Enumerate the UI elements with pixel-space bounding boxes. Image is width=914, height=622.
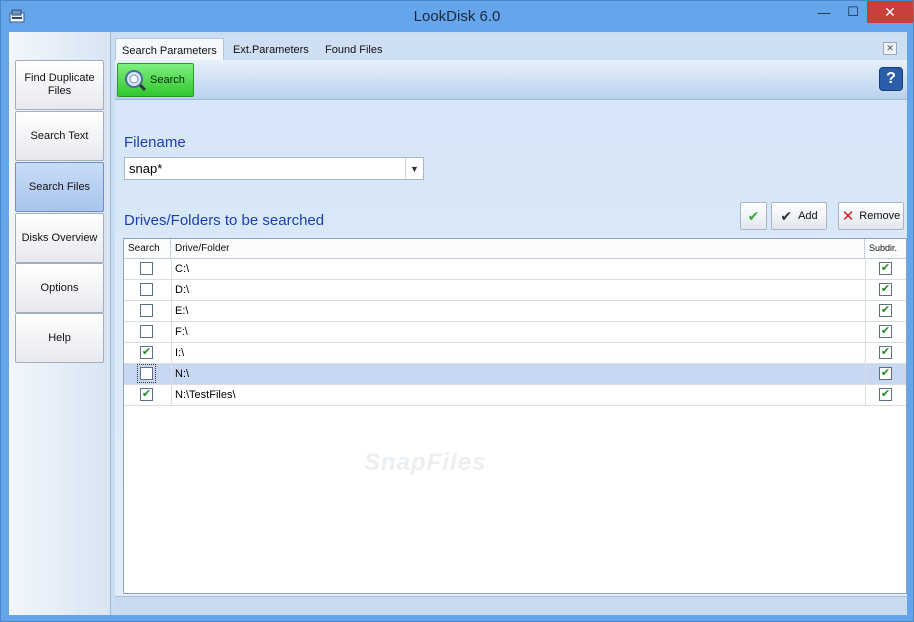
column-header-drive-folder[interactable]: Drive/Folder [171, 239, 865, 259]
sidebar-item-search-files[interactable]: Search Files [15, 162, 104, 212]
search-parameters-panel: Filename snap* ▼ Drives/Folders to be se… [115, 101, 907, 611]
table-row[interactable]: C:\ ✔ [124, 259, 906, 280]
cell-divider [171, 322, 172, 343]
title-bar: LookDisk 6.0 — ☐ ✕ [1, 1, 913, 31]
subdir-checkbox[interactable]: ✔ [879, 304, 892, 317]
sidebar-item-label: Search Files [28, 180, 91, 193]
sidebar-item-find-duplicate-files[interactable]: Find Duplicate Files [15, 60, 104, 110]
cell-divider [171, 343, 172, 364]
remove-x-icon: ✕ [841, 208, 855, 225]
search-checkbox[interactable] [140, 325, 153, 338]
chevron-down-icon[interactable]: ▼ [405, 158, 423, 179]
subdir-checkbox[interactable]: ✔ [879, 367, 892, 380]
tab-ext-parameters[interactable]: Ext.Parameters [227, 41, 315, 60]
grid-header: Search Drive/Folder Subdir. [124, 239, 906, 259]
remove-button[interactable]: ✕ Remove [838, 202, 904, 230]
close-icon[interactable]: ✕ [883, 42, 897, 55]
add-button-label: Add [798, 210, 818, 222]
subdir-checkbox[interactable]: ✔ [879, 325, 892, 338]
cell-divider [865, 322, 866, 343]
drive-folder-path: I:\ [175, 347, 185, 359]
search-checkbox[interactable]: ✔ [140, 388, 153, 401]
table-row[interactable]: F:\ ✔ [124, 322, 906, 343]
cell-divider [171, 364, 172, 385]
sidebar-item-label: Search Text [30, 129, 89, 142]
tab-found-files[interactable]: Found Files [319, 41, 388, 60]
drives-folders-label: Drives/Folders to be searched [124, 212, 325, 229]
sidebar-item-label: Options [40, 281, 79, 294]
cell-divider [865, 364, 866, 385]
sidebar-item-options[interactable]: Options [15, 263, 104, 313]
table-row[interactable]: ✔ I:\ ✔ [124, 343, 906, 364]
table-row[interactable]: N:\ ✔ [124, 364, 906, 385]
search-checkbox[interactable] [140, 262, 153, 275]
search-button[interactable]: Search [117, 63, 194, 97]
watermark: SnapFiles [364, 449, 487, 476]
sidebar-item-label: Disks Overview [21, 231, 98, 244]
cell-divider [171, 301, 172, 322]
main-content: Search Parameters Ext.Parameters Found F… [115, 36, 907, 611]
search-checkbox[interactable] [140, 283, 153, 296]
add-button[interactable]: ✔ Add [771, 202, 827, 230]
client-area: Find Duplicate Files Search Text Search … [9, 32, 907, 615]
cell-divider [171, 259, 172, 280]
drive-folder-path: N:\TestFiles\ [175, 389, 236, 401]
cell-divider [171, 280, 172, 301]
app-window: LookDisk 6.0 — ☐ ✕ Find Duplicate Files … [0, 0, 914, 622]
drive-folder-path: D:\ [175, 284, 190, 296]
checkmark-icon: ✔ [747, 207, 760, 224]
drives-grid: Search Drive/Folder Subdir. SnapFiles C:… [123, 238, 907, 594]
checkmark-icon: ✔ [780, 207, 793, 224]
tab-search-parameters[interactable]: Search Parameters [115, 38, 224, 60]
magnifier-icon [125, 70, 146, 91]
sidebar-item-label: Help [48, 331, 71, 344]
column-header-subdir[interactable]: Subdir. [865, 239, 906, 259]
cell-divider [865, 280, 866, 301]
subdir-checkbox[interactable]: ✔ [879, 346, 892, 359]
drive-folder-path: C:\ [175, 263, 190, 275]
search-button-label: Search [150, 74, 185, 86]
sidebar-item-search-text[interactable]: Search Text [15, 111, 104, 161]
subdir-checkbox[interactable]: ✔ [879, 262, 892, 275]
close-button[interactable]: ✕ [867, 1, 913, 23]
drive-folder-path: N:\ [175, 368, 190, 380]
maximize-button[interactable]: ☐ [838, 1, 868, 23]
table-row[interactable]: D:\ ✔ [124, 280, 906, 301]
sidebar-item-disks-overview[interactable]: Disks Overview [15, 213, 104, 263]
cell-divider [865, 301, 866, 322]
remove-button-label: Remove [859, 210, 901, 222]
sidebar-item-help[interactable]: Help [15, 313, 104, 363]
drive-folder-path: F:\ [175, 326, 188, 338]
toolbar: Search ? [115, 60, 907, 100]
search-checkbox[interactable]: ✔ [140, 346, 153, 359]
search-checkbox[interactable] [140, 304, 153, 317]
help-icon[interactable]: ? [879, 67, 903, 91]
check-all-button[interactable]: ✔ [740, 202, 767, 230]
cell-divider [865, 343, 866, 364]
subdir-checkbox[interactable]: ✔ [879, 388, 892, 401]
tab-strip: Search Parameters Ext.Parameters Found F… [115, 36, 907, 60]
cell-divider [865, 259, 866, 280]
window-title: LookDisk 6.0 [413, 8, 501, 25]
search-checkbox[interactable] [137, 364, 156, 383]
filename-value: snap* [129, 161, 163, 176]
minimize-button[interactable]: — [809, 1, 839, 23]
cell-divider [171, 385, 172, 406]
column-header-search[interactable]: Search [124, 239, 171, 259]
filename-combobox[interactable]: snap* ▼ [124, 157, 424, 180]
subdir-checkbox[interactable]: ✔ [879, 283, 892, 296]
filename-label: Filename [124, 134, 186, 151]
table-row[interactable]: ✔ N:\TestFiles\ ✔ [124, 385, 906, 406]
cell-divider [865, 385, 866, 406]
drive-folder-path: E:\ [175, 305, 189, 317]
sidebar: Find Duplicate Files Search Text Search … [9, 32, 111, 615]
sidebar-item-label: Find Duplicate Files [24, 72, 95, 97]
status-bar [115, 596, 907, 611]
table-row[interactable]: E:\ ✔ [124, 301, 906, 322]
